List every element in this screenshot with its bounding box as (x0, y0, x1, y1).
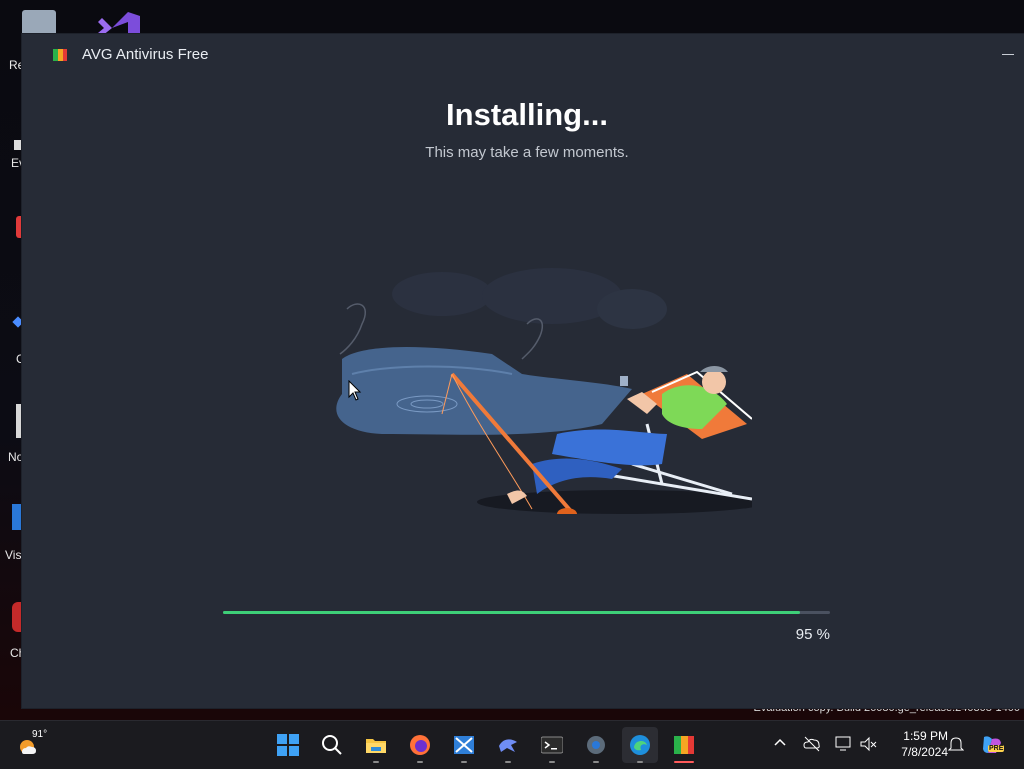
running-indicator (593, 761, 599, 763)
taskbar-file-explorer[interactable] (358, 727, 394, 763)
window-titlebar[interactable]: AVG Antivirus Free (22, 34, 1024, 76)
taskbar-xp-app[interactable] (446, 727, 482, 763)
taskbar: 91° 1:59 PM 7/8/2024 PRE (0, 720, 1024, 769)
desktop-icon[interactable] (0, 496, 22, 556)
taskbar-settings[interactable] (578, 727, 614, 763)
search-icon (322, 735, 342, 755)
desktop-icon[interactable] (0, 140, 22, 200)
running-indicator (505, 761, 511, 763)
running-indicator (461, 761, 467, 763)
search-button[interactable] (314, 727, 350, 763)
desktop-icon[interactable] (0, 316, 24, 378)
running-indicator (637, 761, 643, 763)
recycle-bin-icon[interactable] (22, 10, 56, 36)
progress-percent: 95 % (795, 626, 830, 643)
running-indicator (373, 761, 379, 763)
visual-studio-icon[interactable] (94, 8, 142, 36)
progress-fill (223, 611, 800, 614)
window-title: AVG Antivirus Free (82, 46, 209, 63)
install-subheading: This may take a few moments. (425, 144, 629, 161)
taskbar-avg[interactable] (666, 727, 702, 763)
windows-logo-icon (277, 734, 299, 756)
copilot-button[interactable]: PRE (980, 733, 1005, 757)
taskbar-firefox[interactable] (402, 727, 438, 763)
folder-icon (366, 739, 386, 753)
clock-time: 1:59 PM (903, 729, 948, 743)
clock-date: 7/8/2024 (901, 745, 948, 759)
volume-muted-icon[interactable] (858, 734, 878, 754)
taskbar-terminal[interactable] (534, 727, 570, 763)
copilot-badge: PRE (988, 745, 1005, 752)
mouse-cursor-icon (348, 380, 362, 401)
running-indicator (417, 761, 423, 763)
bird-icon (499, 739, 517, 752)
taskbar-clock[interactable]: 1:59 PM 7/8/2024 (884, 728, 948, 760)
start-button[interactable] (270, 727, 306, 763)
desktop-icon[interactable] (0, 212, 22, 272)
notification-bell-icon[interactable] (948, 735, 964, 753)
taskbar-bird-app[interactable] (490, 727, 526, 763)
running-indicator (549, 761, 555, 763)
minimize-button[interactable] (1000, 46, 1016, 62)
avg-logo-icon (53, 49, 67, 61)
firefox-icon (410, 735, 430, 755)
avg-installer-window: AVG Antivirus Free Installing... This ma… (22, 34, 1024, 708)
sun-cloud-icon (20, 740, 36, 754)
install-heading: Installing... (446, 97, 608, 132)
xp-app-icon (454, 736, 474, 754)
taskbar-edge[interactable] (622, 727, 658, 763)
weather-widget[interactable]: 91° (18, 729, 52, 761)
weather-temperature: 91° (32, 729, 48, 740)
avg-icon (674, 736, 694, 754)
edge-icon (630, 735, 650, 755)
progress-bar (223, 611, 830, 614)
cloud-offline-icon[interactable] (802, 734, 822, 754)
chevron-up-icon[interactable] (772, 735, 788, 751)
terminal-icon (541, 736, 563, 754)
fishing-man-illustration (336, 268, 752, 514)
gear-icon (587, 736, 605, 754)
active-indicator (674, 761, 694, 763)
network-icon[interactable] (834, 734, 854, 754)
